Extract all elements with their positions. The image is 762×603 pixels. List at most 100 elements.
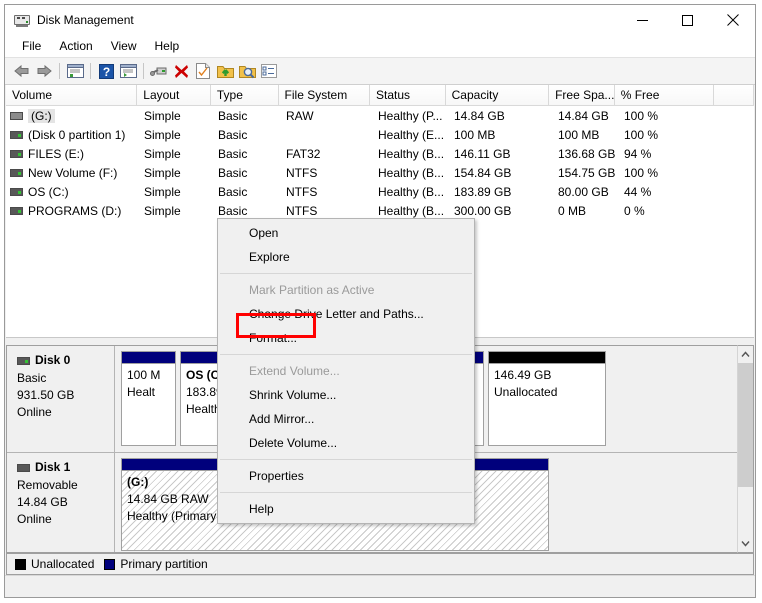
list-view-icon[interactable] xyxy=(258,60,280,82)
help-icon[interactable]: ? xyxy=(95,60,117,82)
context-menu-separator xyxy=(220,492,472,493)
toolbar-separator xyxy=(143,63,144,79)
disk-title-1: Disk 1 xyxy=(17,459,114,476)
partition-capacity-bar xyxy=(122,352,175,364)
volume-label: OS (C:) xyxy=(28,184,69,199)
column-header-capacity[interactable]: Capacity xyxy=(445,85,550,105)
menu-help[interactable]: Help xyxy=(146,37,189,55)
volume-raw-icon xyxy=(10,111,23,120)
volume-icon xyxy=(10,168,23,177)
disk-icon xyxy=(17,356,30,365)
maximize-button[interactable] xyxy=(665,5,710,35)
column-header-filler[interactable] xyxy=(714,85,754,105)
window-title: Disk Management xyxy=(37,13,134,27)
scroll-track[interactable] xyxy=(738,363,753,535)
partition-unallocated[interactable]: 146.49 GB Unallocated xyxy=(488,351,606,446)
properties-icon[interactable] xyxy=(148,60,170,82)
status-cell: Healthy (B... xyxy=(378,146,445,161)
percent-free-cell: 100 % xyxy=(624,127,659,142)
partition-line1: 146.49 GB xyxy=(494,368,552,382)
context-menu-item-extend-volume: Extend Volume... xyxy=(249,364,340,378)
volume-cell[interactable]: FILES (E:) xyxy=(6,147,138,161)
layout-cell: Simple xyxy=(144,108,181,123)
volume-cell[interactable]: OS (C:) xyxy=(6,185,138,199)
partition-system-reserved[interactable]: 100 M Healt xyxy=(121,351,176,446)
column-header-percent-free[interactable]: % Free xyxy=(614,85,715,105)
file-system-cell: NTFS xyxy=(286,165,318,180)
partition-line2: Unallocated xyxy=(494,385,558,399)
capacity-cell: 100 MB xyxy=(454,127,496,142)
layout-cell: Simple xyxy=(144,146,181,161)
volume-cell[interactable]: (Disk 0 partition 1) xyxy=(6,128,138,142)
partition-line2: Healt xyxy=(127,385,156,399)
context-menu-separator xyxy=(220,273,472,274)
capacity-cell: 154.84 GB xyxy=(454,165,512,180)
context-menu-item-mark-partition-as-active: Mark Partition as Active xyxy=(249,283,375,297)
table-row[interactable]: FILES (E:) Simple Basic FAT32 Healthy (B… xyxy=(6,144,754,163)
table-row[interactable]: New Volume (F:) Simple Basic NTFS Health… xyxy=(6,163,754,182)
close-button[interactable] xyxy=(710,5,755,35)
column-header-type[interactable]: Type xyxy=(210,85,279,105)
disk-view-scrollbar[interactable] xyxy=(737,345,754,553)
file-system-cell: FAT32 xyxy=(286,146,321,161)
disk-size: 931.50 GB xyxy=(17,388,75,402)
scroll-thumb[interactable] xyxy=(738,363,753,487)
legend: Unallocated Primary partition xyxy=(6,553,754,575)
column-header-status[interactable]: Status xyxy=(370,85,446,105)
context-menu-item-add-mirror[interactable]: Add Mirror... xyxy=(218,407,474,431)
volume-label: FILES (E:) xyxy=(28,146,85,161)
back-arrow-icon[interactable] xyxy=(11,60,33,82)
disk-type: Basic xyxy=(17,371,47,385)
delete-icon[interactable] xyxy=(170,60,192,82)
search-folder-icon[interactable] xyxy=(236,60,258,82)
scroll-down-button[interactable] xyxy=(738,535,753,552)
svg-text:?: ? xyxy=(102,65,109,79)
layout-cell: Simple xyxy=(144,165,181,180)
context-menu-item-delete-volume[interactable]: Delete Volume... xyxy=(218,431,474,455)
disk-info-1: Disk 1 Removable 14.84 GB Online xyxy=(7,453,115,552)
volume-list-header: Volume Layout Type File System Status Ca… xyxy=(6,85,754,106)
disk-info-0: Disk 0 Basic 931.50 GB Online xyxy=(7,346,115,452)
menu-action[interactable]: Action xyxy=(50,37,101,55)
column-header-free-space[interactable]: Free Spa... xyxy=(549,85,615,105)
volume-label: New Volume (F:) xyxy=(28,165,118,180)
column-header-volume[interactable]: Volume xyxy=(6,85,138,105)
context-menu-item-change-drive-letter-and-paths[interactable]: Change Drive Letter and Paths... xyxy=(218,302,474,326)
volume-cell[interactable]: New Volume (F:) xyxy=(6,166,138,180)
layout-cell: Simple xyxy=(144,203,181,218)
percent-free-cell: 0 % xyxy=(624,203,645,218)
file-system-cell: NTFS xyxy=(286,184,318,199)
column-header-layout[interactable]: Layout xyxy=(137,85,211,105)
show-hide-console-tree-icon[interactable] xyxy=(64,60,86,82)
context-menu-separator xyxy=(220,459,472,460)
menu-file[interactable]: File xyxy=(13,37,50,55)
show-hide-action-pane-icon[interactable] xyxy=(117,60,139,82)
free-space-cell: 14.84 GB xyxy=(558,108,609,123)
context-menu-item-format[interactable]: Format... xyxy=(218,326,474,350)
column-header-file-system[interactable]: File System xyxy=(278,85,371,105)
status-cell: Healthy (B... xyxy=(378,184,445,199)
context-menu-item-shrink-volume[interactable]: Shrink Volume... xyxy=(218,383,474,407)
table-row[interactable]: (Disk 0 partition 1) Simple Basic Health… xyxy=(6,125,754,144)
disk-type: Removable xyxy=(17,478,78,492)
scroll-up-button[interactable] xyxy=(738,346,753,363)
type-cell: Basic xyxy=(218,165,248,180)
forward-arrow-icon[interactable] xyxy=(33,60,55,82)
rescan-disks-icon[interactable] xyxy=(192,60,214,82)
file-system-cell: NTFS xyxy=(286,203,318,218)
context-menu-item-properties[interactable]: Properties xyxy=(218,464,474,488)
context-menu-item-explore[interactable]: Explore xyxy=(218,245,474,269)
table-row[interactable]: OS (C:) Simple Basic NTFS Healthy (B... … xyxy=(6,182,754,201)
upload-folder-icon[interactable] xyxy=(214,60,236,82)
status-cell: Healthy (P... xyxy=(378,108,443,123)
volume-cell[interactable]: (G:) xyxy=(6,108,138,123)
context-menu-item-help[interactable]: Help xyxy=(218,497,474,521)
percent-free-cell: 94 % xyxy=(624,146,652,161)
table-row[interactable]: (G:) Simple Basic RAW Healthy (P... 14.8… xyxy=(6,106,754,125)
volume-cell[interactable]: PROGRAMS (D:) xyxy=(6,204,138,218)
menu-view[interactable]: View xyxy=(102,37,146,55)
disk-size: 14.84 GB xyxy=(17,495,68,509)
context-menu-item-open[interactable]: Open xyxy=(218,221,474,245)
minimize-button[interactable] xyxy=(620,5,665,35)
partition-line1: 100 M xyxy=(127,368,161,382)
